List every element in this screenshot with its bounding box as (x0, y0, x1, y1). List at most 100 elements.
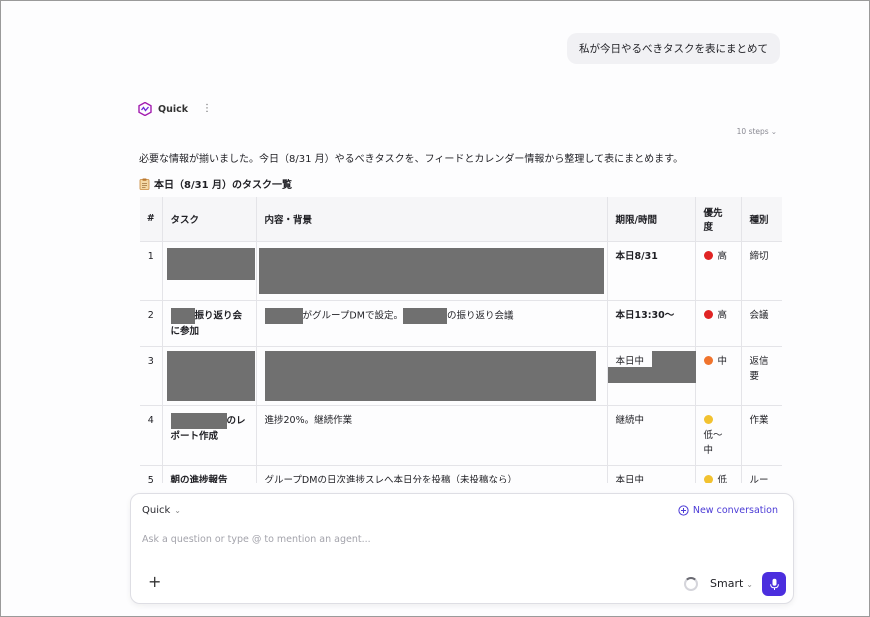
agent-header: Quick ⋮ (138, 102, 212, 116)
microphone-button[interactable] (762, 572, 786, 596)
table-header-row: # タスク 内容・背景 期限/時間 優先度 種別 (140, 197, 782, 242)
header-detail: 内容・背景 (256, 197, 608, 242)
task-cell: のレ ポート作成 (162, 405, 257, 466)
priority-label-b: 中 (703, 444, 714, 456)
mode-select[interactable]: Smart ⌄ (710, 577, 753, 590)
table-row: 5 朝の進捗報告 グループDMの日次進捗スレへ本日分を投稿（未投稿なら） 本日中… (140, 465, 782, 483)
more-options-icon[interactable]: ⋮ (202, 104, 212, 114)
add-attachment-button[interactable]: + (148, 574, 161, 590)
priority-cell: 高 (695, 241, 742, 301)
detail-text-a: がグループDMで設定。 (302, 310, 403, 321)
priority-medium-dot (703, 355, 713, 365)
steps-label: 10 steps (736, 127, 769, 136)
redacted-block (166, 350, 255, 401)
agent-select[interactable]: Quick ⌄ (142, 505, 181, 516)
table-row: 4 のレ ポート作成 進捗20%。継続作業 継続中 低〜中 作業 (140, 405, 782, 466)
task-table-container[interactable]: # タスク 内容・背景 期限/時間 優先度 種別 1 本日8/31 高 締切 2… (140, 197, 782, 483)
table-row: 2 振り返り会に参加 がグループDMで設定。 の振り返り会議 本日13:30〜 高… (140, 300, 782, 347)
microphone-icon (769, 578, 779, 590)
type-text-b: 要 (749, 370, 760, 382)
detail-cell: グループDMの日次進捗スレへ本日分を投稿（未投稿なら） (256, 465, 608, 483)
priority-low-dot (703, 474, 713, 483)
priority-label: 低 (717, 474, 728, 484)
type-cell: 作業 (741, 405, 782, 466)
due-cell: 本日13:30〜 (607, 300, 696, 347)
agent-intro-text: 必要な情報が揃いました。今日（8/31 月）やるべきタスクを、フィードとカレンダ… (139, 154, 684, 165)
type-cell: ルー (741, 465, 782, 483)
type-cell: 会議 (741, 300, 782, 347)
type-cell: 締切 (741, 241, 782, 301)
due-cell: 本日中 (607, 346, 696, 406)
app-window: 私が今日やるべきタスクを表にまとめて Quick ⋮ 10 steps ⌄ 必要な… (0, 0, 870, 617)
detail-cell: 進捗20%。継続作業 (256, 405, 608, 466)
priority-high-dot (703, 250, 713, 260)
task-text-b: に参加 (170, 325, 200, 337)
table-title-text: 本日（8/31 月）のタスク一覧 (154, 180, 293, 191)
clipboard-icon (139, 178, 150, 190)
table-row: 1 本日8/31 高 締切 (140, 241, 782, 301)
due-text: 本日中 (615, 355, 645, 367)
type-text-a: 返信 (749, 355, 769, 367)
loading-spinner-icon (684, 577, 698, 591)
priority-high-dot (703, 309, 713, 319)
new-conversation-button[interactable]: New conversation (678, 505, 778, 516)
table-title: 本日（8/31 月）のタスク一覧 (139, 176, 292, 191)
row-num: 2 (140, 300, 163, 347)
task-cell (162, 241, 257, 301)
priority-label: 高 (717, 250, 728, 262)
redacted-block (607, 366, 696, 383)
header-task: タスク (162, 197, 257, 242)
redacted-block (258, 247, 604, 294)
mode-label: Smart (710, 577, 744, 590)
priority-cell: 中 (695, 346, 742, 406)
detail-text-b: の振り返り会議 (446, 310, 514, 321)
plus-circle-icon (678, 505, 689, 516)
prompt-input[interactable] (142, 534, 642, 545)
priority-cell: 高 (695, 300, 742, 347)
row-num: 4 (140, 405, 163, 466)
task-text-b: ポート作成 (170, 430, 219, 442)
task-cell (162, 346, 257, 406)
redacted-block (651, 350, 696, 369)
steps-toggle[interactable]: 10 steps ⌄ (737, 127, 777, 136)
detail-cell (256, 241, 608, 301)
priority-label: 中 (717, 355, 728, 367)
due-cell: 本日8/31 (607, 241, 696, 301)
agent-select-label: Quick (142, 505, 171, 516)
task-table: # タスク 内容・背景 期限/時間 優先度 種別 1 本日8/31 高 締切 2… (140, 197, 782, 483)
header-num: # (140, 197, 163, 242)
new-conversation-label: New conversation (692, 505, 778, 516)
task-cell: 朝の進捗報告 (162, 465, 257, 483)
type-cell: 返信要 (741, 346, 782, 406)
header-priority: 優先度 (695, 197, 742, 242)
task-text-a: 振り返り会 (194, 310, 243, 321)
due-cell: 本日中 (607, 465, 696, 483)
redacted-block (170, 412, 227, 429)
redacted-block (264, 350, 596, 401)
priority-low-dot (703, 414, 713, 424)
header-priority-line1: 優先 (703, 207, 723, 219)
chevron-down-icon: ⌄ (746, 580, 753, 589)
header-priority-line2: 度 (703, 221, 714, 233)
priority-label-a: 低〜 (703, 429, 723, 441)
task-text-a: のレ (226, 415, 246, 426)
detail-cell: がグループDMで設定。 の振り返り会議 (256, 300, 608, 347)
priority-label: 高 (717, 309, 728, 321)
detail-cell (256, 346, 608, 406)
redacted-block (170, 307, 195, 324)
redacted-block (402, 307, 447, 324)
user-message: 私が今日やるべきタスクを表にまとめて (567, 33, 780, 64)
chevron-down-icon: ⌄ (770, 127, 777, 136)
row-num: 1 (140, 241, 163, 301)
table-row: 3 本日中 中 返信要 (140, 346, 782, 406)
header-due: 期限/時間 (607, 197, 696, 242)
composer: Quick⌄ New conversation + Smart⌄ (130, 493, 794, 604)
quick-logo-icon (138, 102, 152, 116)
agent-name: Quick (158, 103, 189, 115)
priority-cell: 低 (695, 465, 742, 484)
redacted-block (264, 307, 303, 324)
header-type: 種別 (741, 197, 782, 242)
chevron-down-icon: ⌄ (174, 506, 181, 515)
priority-cell: 低〜中 (695, 405, 742, 466)
row-num: 3 (140, 346, 163, 406)
